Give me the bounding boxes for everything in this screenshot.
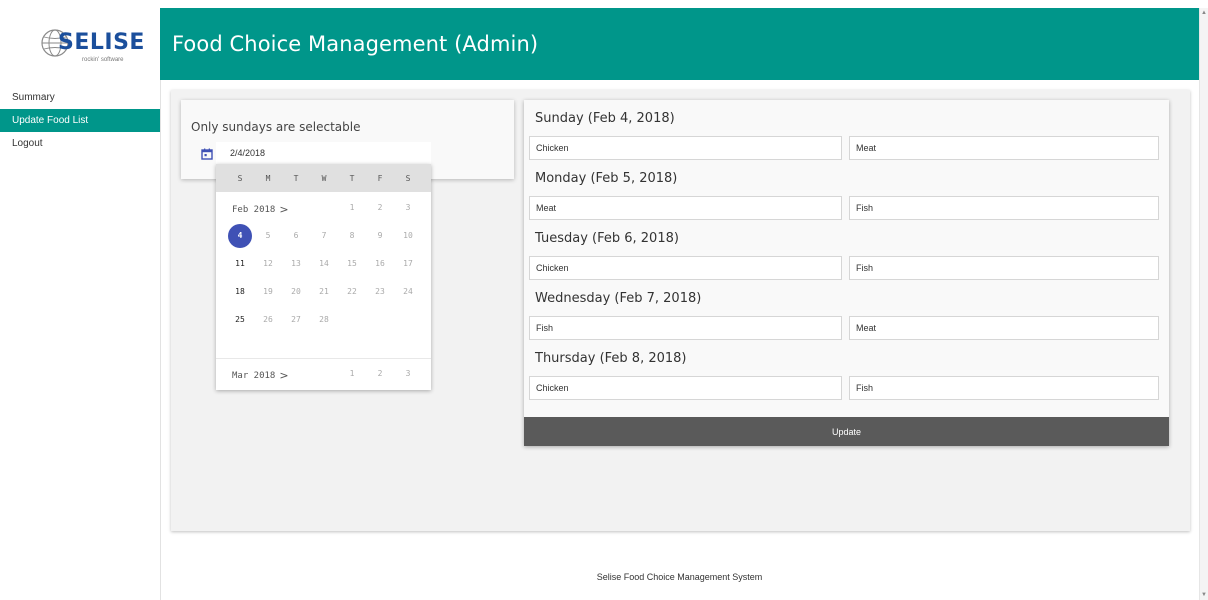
day-heading: Wednesday (Feb 7, 2018) [535,291,702,306]
calendar-day: 10 [403,231,413,240]
logo-tagline: rockin' software [82,57,124,63]
weekday-label: S [405,173,411,183]
month-label-text: Feb 2018 [232,204,276,215]
calendar-day: 20 [291,287,301,296]
calendar-day: 1 [349,369,355,378]
calendar-day: 12 [263,259,273,268]
footer-text: Selise Food Choice Management System [596,572,763,582]
update-button[interactable]: Update [524,417,1169,446]
calendar-day: 26 [263,315,273,324]
food-choice-1-input[interactable] [529,316,842,340]
month-label-text: Mar 2018 [232,370,276,381]
logo-text: SELISE [58,30,145,55]
weekday-label: F [377,173,383,183]
calendar-day: 9 [377,231,383,240]
weekday-label: W [321,173,327,183]
calendar-day: 23 [375,287,385,296]
calendar-day: 19 [263,287,273,296]
date-input[interactable] [216,142,431,164]
weekday-label: S [237,173,243,183]
weekday-label: M [265,173,271,183]
calendar-day: 1 [349,203,355,212]
food-list-card: Sunday (Feb 4, 2018) Monday (Feb 5, 2018)… [524,100,1169,446]
chevron-right-icon: > [279,203,289,216]
calendar-day: 3 [405,369,411,378]
food-choice-2-input[interactable] [849,136,1159,160]
weekday-label: T [349,173,355,183]
scroll-up-arrow-icon[interactable]: ▲ [1201,10,1207,16]
day-heading: Tuesday (Feb 6, 2018) [535,231,679,246]
sidebar-nav: Summary Update Food List Logout [0,86,160,155]
month-label[interactable]: Mar 2018 > [232,369,289,382]
calendar-day: 8 [349,231,355,240]
food-choice-1-input[interactable] [529,376,842,400]
calendar-day[interactable]: 4 [228,224,252,248]
logo[interactable]: SELISE rockin' software [0,8,160,80]
food-choice-2-input[interactable] [849,376,1159,400]
top-strip [0,0,1208,8]
calendar-day: 16 [375,259,385,268]
calendar-day[interactable]: 25 [228,308,252,332]
day-heading: Sunday (Feb 4, 2018) [535,111,675,126]
food-choice-2-input[interactable] [849,256,1159,280]
food-choice-2-input[interactable] [849,196,1159,220]
calendar-day: 3 [405,203,411,212]
scroll-down-arrow-icon[interactable]: ▼ [1201,592,1207,598]
month-divider [216,358,431,359]
calendar-day: 15 [347,259,357,268]
chevron-right-icon: > [279,369,289,382]
calendar-day: 17 [403,259,413,268]
food-choice-1-input[interactable] [529,196,842,220]
sidebar-item-logout[interactable]: Logout [0,132,160,155]
calendar-icon[interactable] [201,148,213,160]
day-heading: Monday (Feb 5, 2018) [535,171,678,186]
weekday-header-row: SMTWTFS [216,164,431,192]
month-label[interactable]: Feb 2018 > [232,203,289,216]
sidebar-item-summary[interactable]: Summary [0,86,160,109]
day-heading: Thursday (Feb 8, 2018) [535,351,687,366]
calendar-day: 2 [377,203,383,212]
calendar-day[interactable]: 11 [228,252,252,276]
calendar-day: 13 [291,259,301,268]
weekday-label: T [293,173,299,183]
food-choice-2-input[interactable] [849,316,1159,340]
calendar-day: 2 [377,369,383,378]
calendar-day: 24 [403,287,413,296]
calendar-day: 22 [347,287,357,296]
sidebar-item-update-food-list[interactable]: Update Food List [0,109,160,132]
page-title: Food Choice Management (Admin) [172,32,539,56]
calendar-day: 28 [319,315,329,324]
calendar-day[interactable]: 18 [228,280,252,304]
date-hint: Only sundays are selectable [191,120,361,134]
food-choice-1-input[interactable] [529,136,842,160]
calendar-day: 14 [319,259,329,268]
calendar-day: 7 [321,231,327,240]
calendar-day: 21 [319,287,329,296]
food-choice-1-input[interactable] [529,256,842,280]
datepicker-popup: SMTWTFS Feb 2018 >1 2 3 4 5 6 7 8 9 10 11 12 13 14 15 16… [216,164,431,390]
page-scrollbar[interactable]: ▲ ▼ [1199,8,1208,600]
sidebar: SELISE rockin' software Summary Update F… [0,8,161,600]
calendar-day: 27 [291,315,301,324]
calendar-day: 5 [265,231,271,240]
logo-mark: SELISE rockin' software [32,22,144,66]
app-header: Food Choice Management (Admin) [160,8,1199,80]
calendar-day: 6 [293,231,299,240]
